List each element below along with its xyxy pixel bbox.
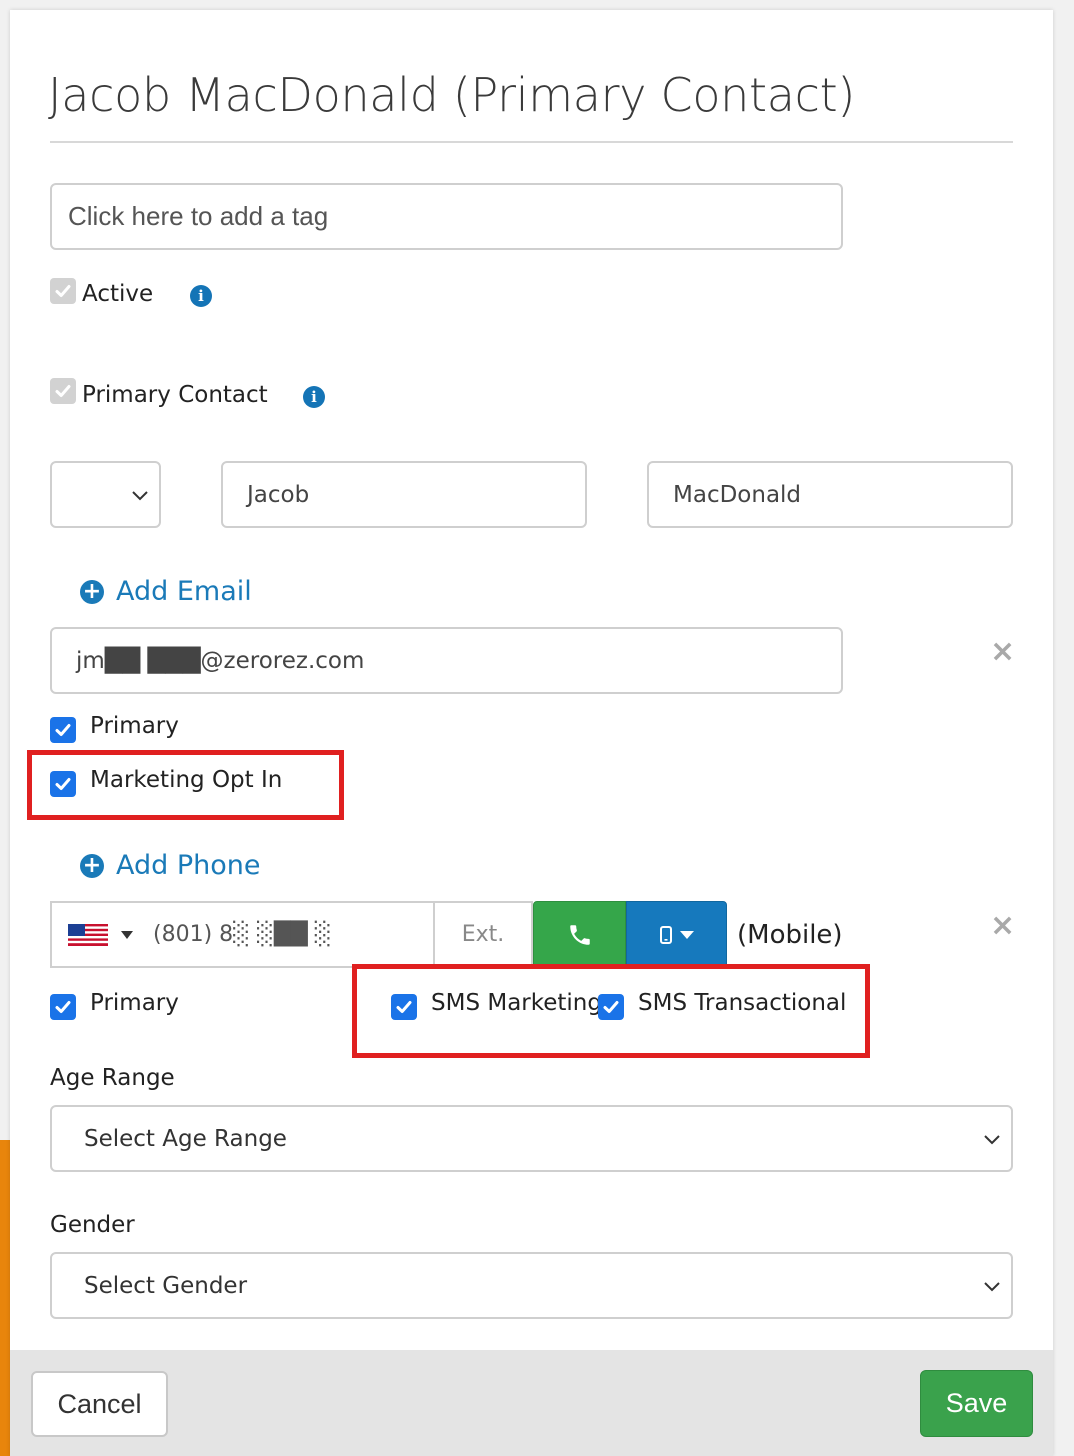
- call-button[interactable]: [533, 901, 626, 968]
- phone-primary-checkbox[interactable]: [50, 994, 76, 1020]
- active-label: Active: [82, 281, 154, 307]
- sms-transactional-label: SMS Transactional: [638, 990, 847, 1016]
- sms-transactional-checkbox[interactable]: [598, 994, 624, 1020]
- email-value: jm██ ███@zerorez.com: [76, 647, 365, 674]
- title-divider: [50, 141, 1013, 143]
- gender-label: Gender: [50, 1212, 135, 1238]
- primary-contact-label: Primary Contact: [82, 382, 268, 408]
- ext-input[interactable]: Ext.: [433, 901, 533, 968]
- phone-value: (801) 8░ ░██ ░: [153, 922, 332, 947]
- sms-marketing-checkbox[interactable]: [391, 994, 417, 1020]
- plus-circle-icon: +: [80, 853, 104, 878]
- checkmark-icon: [396, 1001, 412, 1013]
- phone-type-label: (Mobile): [737, 920, 843, 950]
- plus-circle-icon: +: [80, 579, 104, 604]
- ext-placeholder: Ext.: [461, 922, 505, 947]
- add-email-link[interactable]: + Add Email: [80, 576, 252, 607]
- first-name-input[interactable]: Jacob: [221, 461, 587, 528]
- add-phone-link[interactable]: + Add Phone: [80, 850, 261, 881]
- contact-modal: Jacob MacDonald (Primary Contact) Click …: [10, 10, 1053, 1456]
- age-range-value: Select Age Range: [84, 1125, 287, 1152]
- cancel-button[interactable]: Cancel: [31, 1371, 168, 1437]
- save-button[interactable]: Save: [920, 1370, 1033, 1437]
- chevron-down-icon: [984, 1281, 1000, 1291]
- checkmark-icon: [55, 385, 71, 397]
- email-primary-checkbox[interactable]: [50, 717, 76, 743]
- caret-down-icon[interactable]: [121, 930, 133, 939]
- checkmark-icon: [55, 778, 71, 790]
- add-email-label: Add Email: [116, 576, 252, 607]
- last-name-input[interactable]: MacDonald: [647, 461, 1013, 528]
- salutation-select[interactable]: [50, 461, 161, 528]
- checkmark-icon: [55, 1001, 71, 1013]
- phone-type-dropdown[interactable]: [626, 901, 727, 968]
- add-phone-label: Add Phone: [116, 850, 261, 881]
- gender-value: Select Gender: [84, 1272, 248, 1299]
- info-icon[interactable]: i: [303, 386, 325, 408]
- checkmark-icon: [55, 285, 71, 297]
- page-title: Jacob MacDonald (Primary Contact): [48, 68, 856, 122]
- primary-contact-checkbox[interactable]: [50, 378, 76, 404]
- mobile-icon: [659, 925, 672, 944]
- email-primary-label: Primary: [90, 713, 179, 739]
- email-input[interactable]: jm██ ███@zerorez.com: [50, 627, 843, 694]
- close-icon[interactable]: ×: [990, 634, 1015, 669]
- marketing-opt-in-checkbox[interactable]: [50, 771, 76, 797]
- close-icon[interactable]: ×: [990, 908, 1015, 943]
- tag-input-placeholder: Click here to add a tag: [68, 201, 329, 231]
- checkmark-icon: [55, 724, 71, 736]
- last-name-value: MacDonald: [673, 481, 802, 508]
- age-range-label: Age Range: [50, 1065, 175, 1091]
- phone-primary-label: Primary: [90, 990, 179, 1016]
- us-flag-icon[interactable]: [68, 923, 108, 946]
- active-checkbox[interactable]: [50, 278, 76, 304]
- first-name-value: Jacob: [247, 481, 310, 508]
- checkmark-icon: [603, 1001, 619, 1013]
- phone-input[interactable]: (801) 8░ ░██ ░: [50, 901, 433, 968]
- caret-down-icon: [679, 930, 694, 939]
- marketing-opt-in-label: Marketing Opt In: [90, 767, 283, 793]
- sms-marketing-label: SMS Marketing: [431, 990, 602, 1016]
- phone-icon: [569, 924, 590, 945]
- chevron-down-icon: [132, 490, 148, 500]
- info-icon[interactable]: i: [190, 285, 212, 307]
- age-range-select[interactable]: Select Age Range: [50, 1105, 1013, 1172]
- tag-input[interactable]: Click here to add a tag: [50, 183, 843, 250]
- chevron-down-icon: [984, 1134, 1000, 1144]
- gender-select[interactable]: Select Gender: [50, 1252, 1013, 1319]
